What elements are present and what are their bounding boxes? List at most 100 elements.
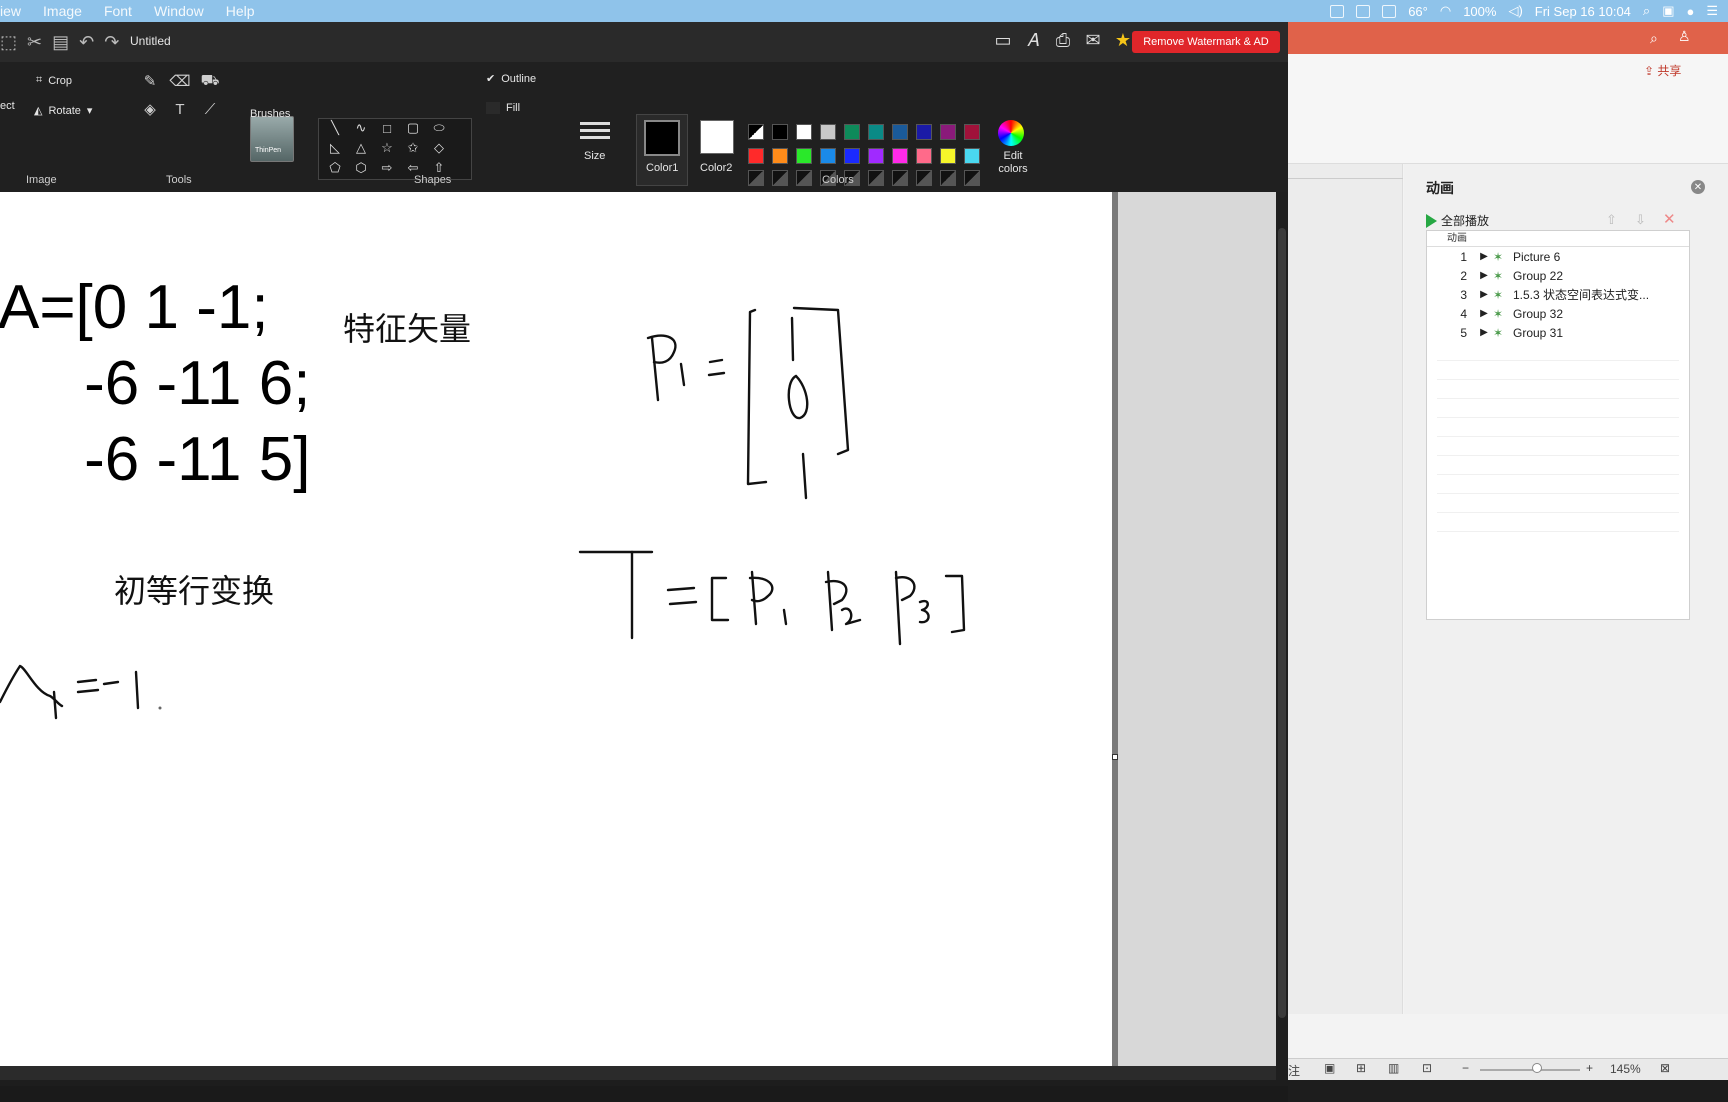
palette-swatch[interactable] xyxy=(916,148,932,164)
animation-list-item[interactable]: 1 ▶ ✶ Picture 6 xyxy=(1427,247,1689,266)
color1-button[interactable]: Color1 xyxy=(646,162,678,174)
play-all-button[interactable]: 全部播放 xyxy=(1426,212,1489,229)
palette-swatch[interactable] xyxy=(772,124,788,140)
rounded-rect-shape-icon[interactable]: ▢ xyxy=(402,118,424,138)
fill-bucket-icon[interactable]: ⛟ xyxy=(198,70,222,92)
slide-sorter-icon[interactable]: ⊞ xyxy=(1356,1061,1366,1075)
palette-swatch[interactable] xyxy=(844,148,860,164)
triangle-shape-icon[interactable]: △ xyxy=(350,138,372,158)
spotlight-icon[interactable]: ⌕ xyxy=(1643,3,1650,19)
pentagon-shape-icon[interactable]: ⬠ xyxy=(324,158,346,178)
color2-button[interactable]: Color2 xyxy=(700,162,732,174)
palette-swatch[interactable] xyxy=(892,148,908,164)
menu-font[interactable]: Font xyxy=(104,3,132,19)
share-button[interactable]: ⇪ 共享 xyxy=(1644,62,1681,79)
slideshow-icon[interactable]: ⊡ xyxy=(1422,1061,1432,1075)
palette-swatch[interactable] xyxy=(964,148,980,164)
curve-shape-icon[interactable]: ∿ xyxy=(350,118,372,138)
zoom-in-icon[interactable]: + xyxy=(1586,1061,1593,1075)
palette-swatch[interactable] xyxy=(844,124,860,140)
battery-text[interactable]: 100% xyxy=(1463,4,1496,19)
palette-swatch[interactable] xyxy=(940,124,956,140)
menu-help[interactable]: Help xyxy=(226,3,255,19)
palette-swatch[interactable] xyxy=(820,124,836,140)
drawing-canvas[interactable]: A=[0 1 -1; -6 -11 6; -6 -11 5] 特征矢量 初等行变… xyxy=(0,192,1112,1066)
diamond-shape-icon[interactable]: ◇ xyxy=(428,138,450,158)
custom-color-slot[interactable] xyxy=(868,170,884,186)
color-picker-icon[interactable]: ⟋ xyxy=(198,98,222,120)
reading-view-icon[interactable]: ▥ xyxy=(1388,1061,1399,1075)
star-burst-shape-icon[interactable]: ✩ xyxy=(402,138,424,158)
pencil-icon[interactable]: ✎ xyxy=(138,70,162,92)
palette-swatch[interactable] xyxy=(868,124,884,140)
zoom-level[interactable]: 145% xyxy=(1610,1062,1641,1076)
custom-color-slot[interactable] xyxy=(916,170,932,186)
arrow-right-shape-icon[interactable]: ⇨ xyxy=(376,158,398,178)
fill-button[interactable]: Fill xyxy=(486,102,520,114)
star5-shape-icon[interactable]: ☆ xyxy=(376,138,398,158)
outline-button[interactable]: ✔ Outline xyxy=(486,72,536,86)
cut-icon[interactable]: ✂ xyxy=(27,32,42,53)
user-icon[interactable]: ♙ xyxy=(1678,28,1691,45)
edit-colors-button[interactable]: Edit colors xyxy=(996,150,1030,176)
palette-swatch[interactable] xyxy=(916,124,932,140)
custom-color-slot[interactable] xyxy=(892,170,908,186)
color1-swatch[interactable] xyxy=(644,120,680,156)
hexagon-shape-icon[interactable]: ⬡ xyxy=(350,158,372,178)
animation-list-item[interactable]: 4 ▶ ✶ Group 32 xyxy=(1427,304,1689,323)
custom-color-slot[interactable] xyxy=(748,170,764,186)
paste-icon[interactable]: ▤ xyxy=(52,32,69,53)
notification-center-icon[interactable]: ☰ xyxy=(1706,3,1718,19)
eraser-icon[interactable]: ⌫ xyxy=(168,70,192,92)
custom-color-slot[interactable] xyxy=(940,170,956,186)
palette-swatch[interactable] xyxy=(796,148,812,164)
brushes-thumbnail[interactable]: ThinPen xyxy=(250,116,294,162)
select-button[interactable]: ect xyxy=(0,100,15,112)
notes-label[interactable]: 注 xyxy=(1288,1062,1300,1079)
zoom-out-icon[interactable]: − xyxy=(1462,1061,1469,1075)
window-icon[interactable]: ▭ xyxy=(992,30,1014,50)
rotate-button[interactable]: ◭ Rotate ▾ xyxy=(34,104,92,118)
temperature-text[interactable]: 66° xyxy=(1408,4,1428,19)
menu-view[interactable]: iew xyxy=(0,3,21,19)
palette-swatch[interactable] xyxy=(868,148,884,164)
palette-swatch[interactable] xyxy=(820,148,836,164)
undo-icon[interactable]: ↶ xyxy=(79,32,94,53)
palette-swatch[interactable] xyxy=(796,124,812,140)
palette-swatch[interactable] xyxy=(964,124,980,140)
palette-swatch[interactable] xyxy=(748,124,764,140)
menu-image[interactable]: Image xyxy=(43,3,82,19)
rectangle-shape-icon[interactable]: □ xyxy=(376,118,398,138)
print-icon[interactable]: ⎙ xyxy=(1052,30,1074,50)
brushes-button[interactable]: Brushes xyxy=(250,108,290,120)
animation-list-item[interactable]: 3 ▶ ✶ 1.5.3 状态空间表达式变... xyxy=(1427,285,1689,304)
mail-icon[interactable]: ✉ xyxy=(1082,30,1104,50)
move-down-icon[interactable]: ⇩ xyxy=(1635,212,1646,228)
custom-color-slot[interactable] xyxy=(964,170,980,186)
delete-icon[interactable]: ✕ xyxy=(1663,210,1676,228)
select-icon[interactable]: ⬚ xyxy=(0,32,17,53)
palette-swatch[interactable] xyxy=(940,148,956,164)
remove-watermark-button[interactable]: Remove Watermark & AD xyxy=(1132,31,1280,53)
fit-to-window-icon[interactable]: ⊠ xyxy=(1660,1061,1670,1075)
size-icon[interactable] xyxy=(580,122,610,148)
clock[interactable]: Fri Sep 16 10:04 xyxy=(1535,4,1631,19)
status-icon[interactable] xyxy=(1330,4,1345,18)
wifi-icon[interactable]: ◠ xyxy=(1440,3,1451,19)
siri-icon[interactable]: ● xyxy=(1686,4,1694,19)
move-up-icon[interactable]: ⇧ xyxy=(1606,212,1617,228)
star-icon[interactable]: ★ xyxy=(1112,30,1134,50)
fill-icon[interactable]: ◈ xyxy=(138,98,162,120)
color-wheel-icon[interactable] xyxy=(998,120,1024,146)
text-tool-icon[interactable]: T xyxy=(168,98,192,120)
close-icon[interactable]: ✕ xyxy=(1691,180,1705,194)
line-shape-icon[interactable]: ╲ xyxy=(324,118,346,138)
crop-button[interactable]: ⌗ Crop xyxy=(36,74,72,87)
zoom-slider-thumb[interactable] xyxy=(1532,1063,1542,1073)
custom-color-slot[interactable] xyxy=(772,170,788,186)
redo-icon[interactable]: ↷ xyxy=(104,32,119,53)
animation-list-item[interactable]: 2 ▶ ✶ Group 22 xyxy=(1427,266,1689,285)
animation-list-item[interactable]: 5 ▶ ✶ Group 31 xyxy=(1427,323,1689,342)
volume-icon[interactable]: ◁) xyxy=(1508,3,1522,19)
right-triangle-shape-icon[interactable]: ◺ xyxy=(324,138,346,158)
